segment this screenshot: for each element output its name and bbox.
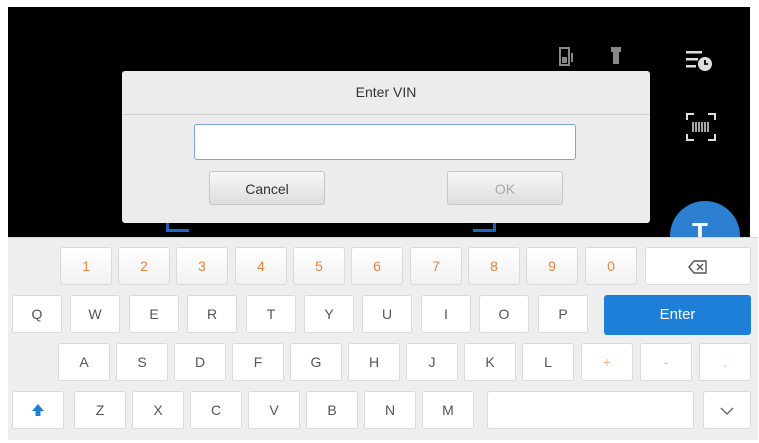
key-r[interactable]: R [187,295,237,333]
key-i[interactable]: I [421,295,471,333]
key-m[interactable]: M [422,391,474,429]
dialog-title: Enter VIN [122,71,650,115]
enter-key[interactable]: Enter [604,295,751,335]
enter-vin-dialog: Enter VIN Cancel OK [122,71,650,223]
key-3[interactable]: 3 [176,247,228,285]
shift-key[interactable] [12,391,64,429]
key-period[interactable]: . [699,343,751,381]
key-p[interactable]: P [538,295,588,333]
key-7[interactable]: 7 [410,247,462,285]
key-f[interactable]: F [232,343,284,381]
barcode-scan-icon[interactable] [685,111,717,148]
key-s[interactable]: S [116,343,168,381]
backspace-icon [688,260,707,274]
key-k[interactable]: K [464,343,516,381]
key-e[interactable]: E [129,295,179,333]
cancel-button[interactable]: Cancel [209,171,325,205]
key-g[interactable]: G [290,343,342,381]
key-d[interactable]: D [174,343,226,381]
key-9[interactable]: 9 [526,247,578,285]
key-1[interactable]: 1 [60,247,112,285]
key-5[interactable]: 5 [293,247,345,285]
key-t[interactable]: T [246,295,296,333]
key-b[interactable]: B [306,391,358,429]
key-8[interactable]: 8 [468,247,520,285]
chevron-down-icon [720,407,734,415]
key-z[interactable]: Z [74,391,126,429]
key-l[interactable]: L [522,343,574,381]
key-6[interactable]: 6 [351,247,403,285]
on-screen-keyboard: 1 2 3 4 5 6 7 8 9 0 Q W E R T Y U I O P … [8,237,758,440]
key-2[interactable]: 2 [118,247,170,285]
flashlight-icon[interactable] [611,47,621,68]
key-v[interactable]: V [248,391,300,429]
shift-arrow-icon [32,404,44,416]
space-key[interactable] [487,391,694,429]
key-minus[interactable]: - [640,343,692,381]
hide-keyboard-key[interactable] [703,391,751,429]
key-c[interactable]: C [190,391,242,429]
key-w[interactable]: W [70,295,120,333]
key-0[interactable]: 0 [585,247,637,285]
ok-button[interactable]: OK [447,171,563,205]
key-u[interactable]: U [362,295,412,333]
vin-input[interactable] [194,124,576,160]
key-4[interactable]: 4 [235,247,287,285]
key-a[interactable]: A [58,343,110,381]
key-n[interactable]: N [364,391,416,429]
key-o[interactable]: O [479,295,529,333]
key-h[interactable]: H [348,343,400,381]
key-q[interactable]: Q [12,295,62,333]
key-y[interactable]: Y [304,295,354,333]
backspace-key[interactable] [645,247,751,285]
key-plus[interactable]: + [581,343,633,381]
history-icon[interactable] [684,48,714,79]
key-x[interactable]: X [132,391,184,429]
battery-icon [559,47,573,70]
key-j[interactable]: J [406,343,458,381]
